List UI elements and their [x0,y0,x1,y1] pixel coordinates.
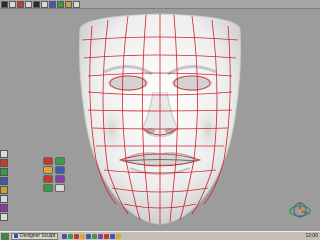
tool-button[interactable] [0,204,8,212]
tool-button[interactable] [57,0,64,8]
palette-tool-button[interactable] [43,166,53,174]
tool-button[interactable] [33,0,40,8]
tool-button[interactable] [25,0,32,8]
quick-launch [62,233,122,239]
app-icon[interactable] [92,233,98,239]
taskbar-app-label: Designer Sculpt [20,232,56,239]
face-mask-model[interactable] [0,9,320,231]
tool-button[interactable] [65,0,72,8]
app-icon[interactable] [68,233,74,239]
palette-tool-button[interactable] [43,184,53,192]
app-icon[interactable] [104,233,110,239]
app-icon[interactable] [110,233,116,239]
tool-button[interactable] [0,213,8,221]
tool-button[interactable] [73,0,80,8]
taskbar-app-button[interactable]: Designer Sculpt [11,232,59,240]
app-icon[interactable] [74,233,80,239]
tool-button[interactable] [0,150,8,158]
app-icon[interactable] [98,233,104,239]
app-icon[interactable] [80,233,86,239]
palette-tool-button[interactable] [43,175,53,183]
palette-tool-button[interactable] [55,166,65,174]
app-icon [14,234,18,238]
tool-button[interactable] [0,186,8,194]
palette-tool-button[interactable] [43,157,53,165]
tool-button[interactable] [0,168,8,176]
tool-button[interactable] [49,0,56,8]
app-icon[interactable] [116,233,122,239]
start-button[interactable] [1,232,9,240]
app-icon[interactable] [62,233,68,239]
tool-palette [43,157,65,195]
3d-viewport[interactable] [0,9,320,231]
palette-tool-button[interactable] [55,184,65,192]
tool-button[interactable] [0,159,8,167]
top-toolbar [0,0,320,9]
left-tool-strip [0,150,10,226]
tool-button[interactable] [1,0,8,8]
tool-button[interactable] [9,0,16,8]
tool-button[interactable] [17,0,24,8]
tool-button[interactable] [41,0,48,8]
application-window: Designer Sculpt 12:00 [0,0,320,240]
tool-button[interactable] [0,195,8,203]
system-clock: 12:00 [305,232,318,239]
palette-tool-button[interactable] [55,175,65,183]
axis-orientation-icon [289,202,311,218]
tool-button[interactable] [0,177,8,185]
palette-tool-button[interactable] [55,157,65,165]
taskbar: Designer Sculpt 12:00 [0,231,320,240]
app-icon[interactable] [86,233,92,239]
